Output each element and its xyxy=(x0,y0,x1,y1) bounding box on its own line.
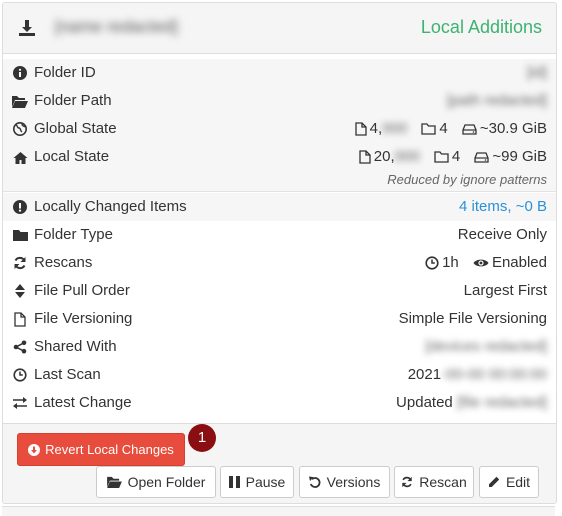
file-icon xyxy=(354,122,367,136)
open-folder-button[interactable]: Open Folder xyxy=(96,466,216,498)
pause-label: Pause xyxy=(245,474,286,490)
row-pull-order: File Pull Order Largest First xyxy=(3,277,556,305)
pull-order-value: Largest First xyxy=(463,282,547,299)
exchange-icon xyxy=(12,389,28,417)
step-badge: 1 xyxy=(188,424,216,452)
folder-type-label: Folder Type xyxy=(34,226,113,243)
folder-header[interactable]: [name redacted] Local Additions xyxy=(3,3,556,54)
local-size: ~99 GiB xyxy=(492,148,547,165)
last-scan-year: 2021 xyxy=(407,366,442,383)
clock-icon xyxy=(12,361,28,389)
hdd-icon xyxy=(462,123,477,135)
local-files-count: 20, xyxy=(373,148,395,165)
latest-change-file[interactable]: [file redacted] xyxy=(457,394,547,411)
share-icon xyxy=(12,333,28,361)
local-state-value: 20,000 4 ~99 GiB xyxy=(359,143,547,171)
latest-change-label: Latest Change xyxy=(34,394,132,411)
folder-status: Local Additions xyxy=(420,17,542,37)
rescan-interval: 1h xyxy=(442,254,459,271)
last-scan-label: Last Scan xyxy=(34,366,101,383)
download-icon xyxy=(19,20,35,36)
pause-icon xyxy=(228,476,240,488)
global-state-label: Global State xyxy=(34,120,117,137)
row-locally-changed: Locally Changed Items 4 items, ~0 B xyxy=(3,193,556,221)
global-state-value: 4,000 4 ~30.9 GiB xyxy=(354,115,547,143)
folder-path-value: [path redacted] xyxy=(446,92,547,109)
exclamation-circle-icon xyxy=(12,193,28,221)
arrow-circle-down-icon xyxy=(28,443,41,456)
folder-type-value: Receive Only xyxy=(457,226,547,243)
home-icon xyxy=(12,143,28,171)
latest-change-action: Updated xyxy=(396,394,453,411)
panel-footer: Revert Local Changes 1 Open Folder Pause… xyxy=(3,423,556,503)
folder-id-value: [id] xyxy=(526,64,547,81)
revert-label: Revert Local Changes xyxy=(45,442,174,457)
sort-icon xyxy=(12,277,28,305)
row-folder-id: Folder ID [id] xyxy=(3,59,556,87)
folder-panel: [name redacted] Local Additions Folder I… xyxy=(2,2,557,504)
global-dirs-count: 4 xyxy=(439,120,448,137)
global-size: ~30.9 GiB xyxy=(479,120,547,137)
row-folder-path: Folder Path [path redacted] xyxy=(3,87,556,115)
hdd-icon xyxy=(474,151,490,163)
row-global-state: Global State 4,000 4 ~30.9 GiB xyxy=(3,115,556,143)
local-dirs-count: 4 xyxy=(451,148,461,165)
pencil-icon xyxy=(488,476,500,487)
local-files-hidden: 000 xyxy=(394,148,420,165)
global-files-count: 4, xyxy=(369,120,383,137)
pull-order-label: File Pull Order xyxy=(34,282,130,299)
pause-button[interactable]: Pause xyxy=(220,466,294,498)
folder-icon xyxy=(421,123,436,135)
rescan-button[interactable]: Rescan xyxy=(394,466,474,498)
info-circle-icon xyxy=(12,59,28,87)
versions-label: Versions xyxy=(326,474,381,490)
edit-button[interactable]: Edit xyxy=(479,466,539,498)
versions-button[interactable]: Versions xyxy=(299,466,390,498)
row-folder-type: Folder Type Receive Only xyxy=(3,221,556,249)
folder-solid-icon xyxy=(12,221,28,249)
eye-icon xyxy=(473,259,489,267)
rescans-label: Rescans xyxy=(34,254,93,271)
folder-path-label: Folder Path xyxy=(34,92,112,109)
row-latest-change: Latest Change Updated [file redacted] xyxy=(3,389,556,417)
divider xyxy=(3,191,556,192)
row-local-state: Local State 20,000 4 ~99 GiB xyxy=(3,143,556,171)
folder-open-icon xyxy=(12,87,28,115)
edit-label: Edit xyxy=(505,474,531,490)
locally-changed-link[interactable]: 4 items, ~0 B xyxy=(459,193,547,221)
open-folder-label: Open Folder xyxy=(127,474,206,490)
folder-open-icon xyxy=(106,476,122,488)
globe-icon xyxy=(12,115,28,143)
row-versioning: File Versioning Simple File Versioning xyxy=(3,305,556,333)
watcher-status: Enabled xyxy=(491,254,547,271)
revert-local-changes-button[interactable]: Revert Local Changes xyxy=(17,433,185,466)
ignore-patterns-note: Reduced by ignore patterns xyxy=(387,172,547,187)
row-rescans: Rescans 1h Enabled xyxy=(3,249,556,277)
shared-with-value: [devices redacted] xyxy=(425,338,547,355)
rescans-value: 1h Enabled xyxy=(425,249,547,277)
global-files-hidden: 000 xyxy=(382,120,408,137)
undo-icon xyxy=(308,476,321,488)
locally-changed-label: Locally Changed Items xyxy=(34,198,187,215)
row-last-scan: Last Scan 2021-00-00 00:00:00 xyxy=(3,361,556,389)
refresh-icon xyxy=(402,476,412,488)
row-local-state-note: Reduced by ignore patterns xyxy=(3,169,556,191)
last-scan-value: 2021-00-00 00:00:00 xyxy=(408,361,547,389)
shared-with-label: Shared With xyxy=(34,338,117,355)
file-outline-icon xyxy=(12,305,28,333)
folder-name: [name redacted] xyxy=(55,17,178,36)
file-icon xyxy=(359,150,371,164)
local-state-label: Local State xyxy=(34,148,110,165)
folder-icon xyxy=(434,151,449,163)
rescan-label: Rescan xyxy=(419,474,467,490)
refresh-icon xyxy=(12,249,28,277)
last-scan-hidden: -00-00 00:00:00 xyxy=(441,366,547,383)
versioning-value: Simple File Versioning xyxy=(398,310,547,327)
row-shared-with: Shared With [devices redacted] xyxy=(3,333,556,361)
folder-id-label: Folder ID xyxy=(34,64,96,81)
clock-icon xyxy=(425,256,439,270)
versioning-label: File Versioning xyxy=(34,310,133,327)
latest-change-value: Updated [file redacted] xyxy=(396,389,547,417)
